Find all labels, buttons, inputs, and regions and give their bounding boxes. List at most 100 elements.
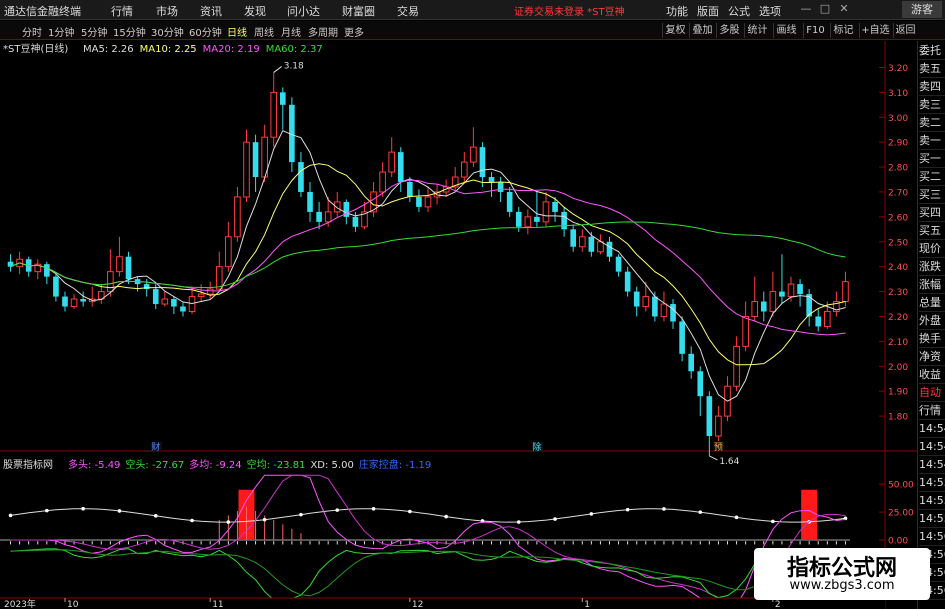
side-item-16[interactable]: 换手 [919, 329, 945, 348]
candle[interactable] [597, 234, 604, 255]
period-15min[interactable]: 15分钟 [113, 24, 146, 39]
candle[interactable] [307, 182, 313, 222]
candle[interactable] [161, 291, 169, 307]
overlay-button[interactable]: 叠加 [689, 23, 715, 38]
candle[interactable] [578, 229, 586, 252]
back-button[interactable]: 返回 [893, 23, 917, 38]
side-item-6[interactable]: 买一 [919, 149, 945, 168]
period-60min[interactable]: 60分钟 [189, 24, 222, 39]
add-favorite-button[interactable]: +自选 [859, 23, 891, 38]
guest-button[interactable]: 游客 [902, 1, 942, 18]
period-5min[interactable]: 5分钟 [81, 24, 107, 39]
close-icon[interactable]: ✕ [837, 2, 851, 16]
candle[interactable] [624, 266, 631, 297]
indicator-title[interactable]: 股票指标网 [3, 458, 53, 471]
f10-button[interactable]: F10 [803, 23, 827, 38]
candle[interactable] [642, 281, 650, 312]
candle[interactable] [134, 276, 141, 292]
side-item-1[interactable]: 卖五 [919, 59, 945, 78]
stats-button[interactable]: 统计 [744, 23, 770, 38]
candle[interactable] [451, 167, 459, 192]
period-30min[interactable]: 30分钟 [151, 24, 184, 39]
candle[interactable] [488, 172, 495, 197]
mark-button[interactable]: 标记 [830, 23, 856, 38]
draw-line-button[interactable]: 画线 [773, 23, 799, 38]
candle[interactable] [333, 191, 341, 217]
period-more[interactable]: 更多 [344, 24, 364, 39]
candle[interactable] [479, 142, 486, 187]
candle[interactable] [298, 152, 304, 197]
minimize-icon[interactable]: — [799, 2, 813, 16]
side-item-4[interactable]: 卖二 [919, 113, 945, 132]
candle[interactable] [234, 186, 241, 242]
candle[interactable] [107, 249, 114, 297]
restore-icon[interactable]: □ [818, 2, 832, 16]
candle[interactable] [769, 271, 777, 317]
menu-xuanxiang[interactable]: 选项 [759, 3, 781, 19]
side-item-0[interactable]: 委托 [919, 41, 945, 60]
menu-hangqing[interactable]: 行情 [111, 3, 133, 19]
candle[interactable] [779, 254, 785, 305]
candle[interactable] [261, 124, 268, 183]
candle[interactable] [706, 391, 713, 456]
side-item-14[interactable]: 总量 [919, 293, 945, 312]
period-1min[interactable]: 1分钟 [48, 24, 74, 39]
menu-wenxiaoda[interactable]: 问小达 [287, 3, 320, 19]
candle[interactable] [116, 236, 123, 277]
menu-shichang[interactable]: 市场 [156, 3, 178, 19]
candle[interactable] [670, 299, 676, 329]
side-item-12[interactable]: 涨跌 [919, 257, 945, 276]
multi-stock-button[interactable]: 多股 [716, 23, 742, 38]
candle[interactable] [506, 186, 513, 217]
side-item-2[interactable]: 卖四 [919, 77, 945, 96]
candle[interactable] [606, 236, 613, 262]
candle[interactable] [797, 279, 803, 307]
menu-caifuquan[interactable]: 财富圈 [342, 3, 375, 19]
candle[interactable] [815, 309, 822, 332]
menu-gongshi[interactable]: 公式 [728, 3, 750, 19]
candle[interactable] [688, 346, 694, 379]
candle[interactable] [787, 276, 795, 302]
side-item-10[interactable]: 买五 [919, 221, 945, 240]
candle[interactable] [542, 191, 550, 227]
menu-gongneng[interactable]: 功能 [666, 3, 688, 19]
candle[interactable] [180, 301, 186, 317]
candlesticks[interactable] [7, 72, 849, 456]
side-item-20[interactable]: 行情 [919, 401, 945, 420]
side-item-11[interactable]: 现价 [919, 239, 945, 258]
candle[interactable] [44, 261, 50, 285]
candle[interactable] [470, 127, 477, 168]
menu-banmian[interactable]: 版面 [697, 3, 719, 19]
side-item-18[interactable]: 收益 [919, 365, 945, 384]
side-item-5[interactable]: 卖一 [919, 131, 945, 150]
candle[interactable] [570, 224, 577, 252]
candle[interactable] [25, 256, 32, 277]
candle[interactable] [279, 87, 286, 130]
candle[interactable] [80, 291, 86, 307]
side-item-19[interactable]: 自动 [919, 383, 945, 402]
side-item-8[interactable]: 买三 [919, 185, 945, 204]
candle[interactable] [633, 286, 640, 317]
candle[interactable] [243, 129, 250, 202]
candle[interactable] [724, 376, 731, 422]
candle[interactable] [416, 189, 422, 212]
candle[interactable] [697, 366, 704, 417]
candle[interactable] [534, 191, 540, 227]
candle[interactable] [460, 152, 468, 183]
candle[interactable] [660, 291, 668, 322]
candle[interactable] [424, 186, 432, 212]
candle[interactable] [842, 271, 849, 307]
candle[interactable] [388, 137, 396, 178]
candle[interactable] [225, 221, 232, 272]
candle[interactable] [7, 254, 14, 272]
candle[interactable] [760, 291, 767, 322]
candle[interactable] [679, 316, 685, 362]
side-item-15[interactable]: 外盘 [919, 311, 945, 330]
side-item-9[interactable]: 买四 [919, 203, 945, 222]
candle[interactable] [34, 259, 42, 280]
candle[interactable] [561, 206, 567, 237]
candle[interactable] [397, 147, 404, 192]
candle[interactable] [171, 296, 177, 314]
candle[interactable] [270, 72, 278, 148]
menu-jiaoyi[interactable]: 交易 [397, 3, 419, 19]
